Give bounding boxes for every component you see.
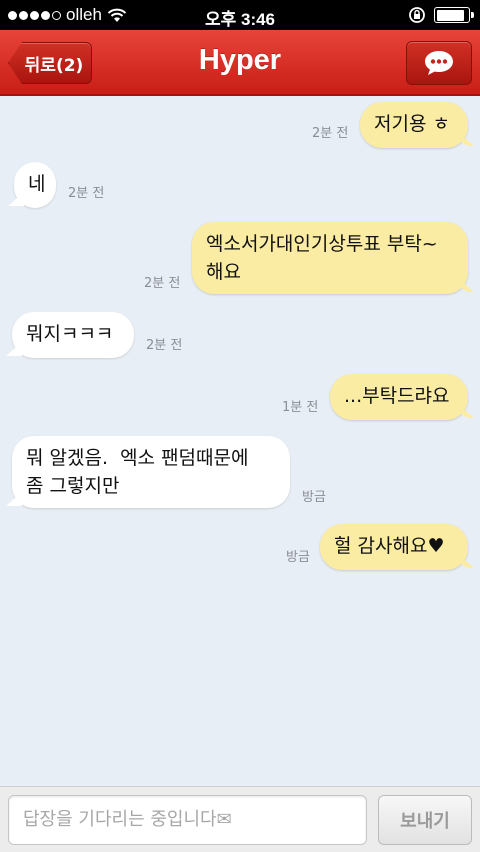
message-time: 2분 전 [144,276,181,291]
status-bar: olleh 오후 3:46 [0,0,480,30]
reply-input[interactable]: 답장을 기다리는 중입니다✉ [8,795,367,845]
message-time: 2분 전 [68,186,105,201]
message-time: 2분 전 [146,338,183,353]
message-time: 방금 [286,550,310,565]
message-time: 1분 전 [282,400,319,415]
send-button[interactable]: 보내기 [378,795,472,845]
their-message-bubble[interactable]: 뭐 알겠음. 엑소 팬덤때문에 좀 그렇지만 [12,436,290,508]
message-list[interactable]: 2분 전 저기용 ㅎ 네 2분 전 2분 전 엑소서가대인기상투표 부탁~ 해요… [0,96,480,786]
my-message-bubble[interactable]: 엑소서가대인기상투표 부탁~ 해요 [192,222,468,294]
my-message-bubble[interactable]: ...부탁드랴요 [330,374,468,420]
message-time: 2분 전 [312,126,349,141]
battery-icon [434,7,474,23]
speech-bubble-icon [425,51,453,75]
status-right [408,6,474,24]
rotation-lock-icon [409,7,425,23]
my-message-bubble[interactable]: 헐 감사해요♥ [320,524,468,570]
message-time: 방금 [302,490,326,505]
compose-bar: 답장을 기다리는 중입니다✉ 보내기 [0,786,480,852]
nav-bar: 뒤로(2) Hyper [0,30,480,96]
their-message-bubble[interactable]: 네 [14,162,56,208]
battery-level [436,9,465,21]
their-message-bubble[interactable]: 뭐지ㅋㅋㅋ [12,312,134,358]
chat-options-button[interactable] [406,41,472,85]
my-message-bubble[interactable]: 저기용 ㅎ [360,102,468,148]
